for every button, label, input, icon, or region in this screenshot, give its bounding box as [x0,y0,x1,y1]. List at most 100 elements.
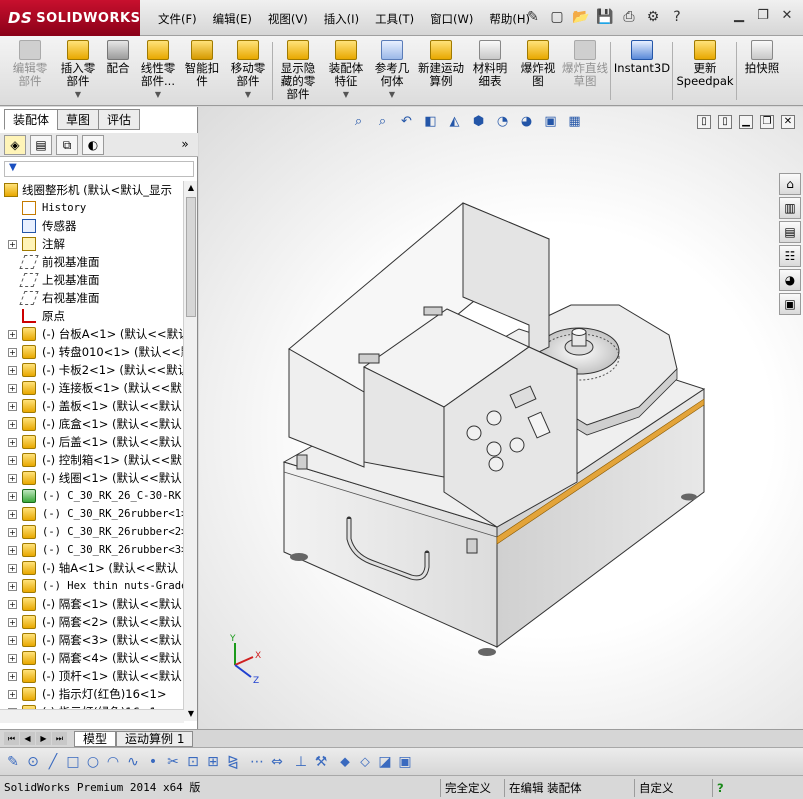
expand-toggle-icon[interactable]: + [8,384,17,393]
dropdown-arrow-icon[interactable]: ▼ [155,88,161,101]
tree-item[interactable]: + (-) C_30_RK_26_C-30-RK- [0,487,184,505]
menu-tools[interactable]: 工具(T) [367,9,422,29]
help-icon[interactable]: ? [668,8,686,26]
expand-toggle-icon[interactable]: + [8,402,17,411]
display-relations-icon[interactable]: ⊥ [292,753,310,771]
scroll-down-icon[interactable]: ▼ [184,707,198,721]
solidworks-resources-icon[interactable]: ⌂ [779,173,801,195]
arc-icon[interactable]: ◠ [104,753,122,771]
menu-view[interactable]: 视图(V) [260,9,316,29]
tree-item[interactable]: 原点 [0,307,184,325]
expand-chevron-icon[interactable]: » [174,135,196,155]
tree-item[interactable]: + (-) Hex thin nuts-Grade [0,577,184,595]
tree-item[interactable]: 前视基准面 [0,253,184,271]
tree-item[interactable]: + (-) 卡板2<1> (默认<<默认 [0,361,184,379]
pin-icon[interactable]: ✎ [524,8,542,26]
rapid-sketch-icon[interactable]: ⬥ [336,753,354,771]
menu-file[interactable]: 文件(F) [150,9,205,29]
tree-horizontal-scrollbar[interactable] [0,709,184,723]
tree-item[interactable]: History [0,199,184,217]
trim-icon[interactable]: ✂ [164,753,182,771]
spline-icon[interactable]: ∿ [124,753,142,771]
assembly-features-button[interactable]: 装配体特征 ▼ [324,40,368,101]
menu-edit[interactable]: 编辑(E) [205,9,260,29]
status-help-icon[interactable]: ? [712,779,732,797]
repair-sketch-icon[interactable]: ⚒ [312,753,330,771]
appearances-icon[interactable]: ◕ [779,269,801,291]
expand-toggle-icon[interactable]: + [8,672,17,681]
convert-entities-icon[interactable]: ⊡ [184,753,202,771]
expand-toggle-icon[interactable]: + [8,528,17,537]
new-motion-study-button[interactable]: 新建运动算例 [418,40,464,88]
instant2d-icon[interactable]: ⬦ [356,753,374,771]
take-snapshot-button[interactable]: 拍快照 [740,40,784,75]
edit-component-button[interactable]: 编辑零部件 [8,40,52,88]
mate-button[interactable]: 配合 [100,40,136,75]
tree-item[interactable]: + (-) 转盘010<1> (默认<<默 [0,343,184,361]
smart-dimension-icon[interactable]: ⊙ [24,753,42,771]
tree-item[interactable]: + (-) 后盖<1> (默认<<默认 [0,433,184,451]
expand-toggle-icon[interactable]: + [8,582,17,591]
circle-icon[interactable]: ○ [84,753,102,771]
offset-entities-icon[interactable]: ⊞ [204,753,222,771]
tree-item[interactable]: + (-) 盖板<1> (默认<<默认 [0,397,184,415]
show-hidden-components-button[interactable]: 显示隐藏的零部件 [276,40,320,101]
expand-toggle-icon[interactable]: + [8,366,17,375]
expand-toggle-icon[interactable]: + [8,456,17,465]
tree-item[interactable]: + (-) 隔套<2> (默认<<默认 [0,613,184,631]
linear-pattern-button[interactable]: 线性零部件... ▼ [136,40,180,101]
expand-toggle-icon[interactable]: + [8,636,17,645]
new-document-icon[interactable]: ▢ [548,8,566,26]
tab-sketch[interactable]: 草图 [57,109,100,130]
move-entities-icon[interactable]: ⇔ [268,753,286,771]
machine-3d-model[interactable]: Y X Z [199,107,803,729]
smart-fasteners-button[interactable]: 智能扣件 [180,40,224,88]
minimize-icon[interactable]: ▁ [731,8,747,24]
feature-manager-icon[interactable]: ◈ [4,135,26,155]
tab-assembly[interactable]: 装配体 [4,109,59,130]
update-speedpak-button[interactable]: 更新Speedpak [676,40,734,88]
tree-item[interactable]: 右视基准面 [0,289,184,307]
mirror-icon[interactable]: ⧎ [224,753,242,771]
expand-toggle-icon[interactable]: + [8,348,17,357]
expand-toggle-icon[interactable]: + [8,330,17,339]
linear-pattern-sketch-icon[interactable]: ⋯ [248,753,266,771]
status-units[interactable]: 自定义 [634,779,706,797]
tree-item[interactable]: + (-) C_30_RK_26rubber<3> [0,541,184,559]
tree-item[interactable]: + (-) 控制箱<1> (默认<<默 [0,451,184,469]
tree-item[interactable]: + (-) 线圈<1> (默认<<默认 [0,469,184,487]
graphics-area[interactable]: ⌕ ⌕ ↶ ◧ ◭ ⬢ ◔ ◕ ▣ ▦ ▯ ▯ ▁ ❐ ✕ Y X Z ⌂ ▥ … [199,107,803,729]
tree-root[interactable]: 线圈整形机 (默认<默认_显示 [0,181,184,199]
tree-item[interactable]: + (-) 隔套<1> (默认<<默认 [0,595,184,613]
tree-item[interactable]: + (-) 底盒<1> (默认<<默认 [0,415,184,433]
box-icon[interactable]: ▣ [396,753,414,771]
expand-toggle-icon[interactable]: + [8,546,17,555]
shaded-sketch-icon[interactable]: ◪ [376,753,394,771]
save-icon[interactable]: 💾 [596,8,614,26]
restore-icon[interactable]: ❐ [755,8,771,24]
scroll-up-icon[interactable]: ▲ [184,181,198,195]
tree-item[interactable]: + (-) 指示灯(红色)16<1> [0,685,184,703]
open-icon[interactable]: 📂 [572,8,590,26]
move-component-button[interactable]: 移动零部件 ▼ [226,40,270,101]
tree-item[interactable]: + (-) 隔套<4> (默认<<默认 [0,649,184,667]
insert-component-button[interactable]: 插入零部件 ▼ [56,40,100,101]
expand-toggle-icon[interactable]: + [8,510,17,519]
tree-item[interactable]: + (-) 顶杆<1> (默认<<默认 [0,667,184,685]
first-tab-icon[interactable]: ⏮ [4,732,19,745]
expand-toggle-icon[interactable]: + [8,474,17,483]
dropdown-arrow-icon[interactable]: ▼ [389,88,395,101]
expand-toggle-icon[interactable]: + [8,654,17,663]
sketch-icon[interactable]: ✎ [4,753,22,771]
tree-item[interactable]: 传感器 [0,217,184,235]
exploded-view-button[interactable]: 爆炸视图 [516,40,560,88]
expand-toggle-icon[interactable]: + [8,420,17,429]
bill-of-materials-button[interactable]: 材料明细表 [468,40,512,88]
tree-item[interactable]: + (-) 台板A<1> (默认<<默认 [0,325,184,343]
expand-toggle-icon[interactable]: + [8,240,17,249]
scroll-thumb[interactable] [186,197,196,317]
dropdown-arrow-icon[interactable]: ▼ [75,88,81,101]
tab-motion-study-1[interactable]: 运动算例 1 [116,731,194,747]
tree-item[interactable]: + (-) C_30_RK_26rubber<1> [0,505,184,523]
menu-window[interactable]: 窗口(W) [422,9,481,29]
